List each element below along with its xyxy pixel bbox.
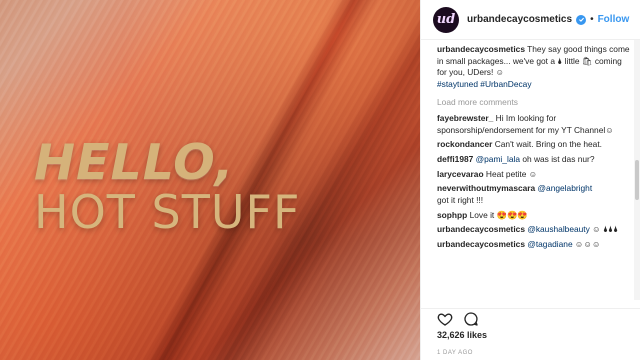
scrollbar-thumb[interactable] — [635, 160, 639, 200]
comment-username[interactable]: rockondancer — [437, 139, 492, 149]
comment-text: oh was ist das nur? — [520, 153, 595, 164]
comment-username[interactable]: urbandecaycosmetics — [437, 224, 525, 234]
comment-text: got it right !!! — [437, 195, 484, 206]
comment-item: urbandecaycosmetics @tagadiane ☺☺☺ — [437, 239, 632, 251]
post-header: ud urbandecaycosmetics • Follow — [421, 0, 640, 40]
comment-text: Can't wait. Bring on the heat. — [492, 139, 602, 150]
post-image[interactable]: HELLO, HOT STUFF — [0, 0, 420, 360]
comment-icon[interactable] — [463, 311, 479, 327]
header-username[interactable]: urbandecaycosmetics — [467, 14, 572, 25]
load-more-comments-link[interactable]: Load more comments — [437, 97, 632, 107]
comment-text: ☺☺☺ — [572, 239, 601, 250]
verified-badge-icon — [576, 14, 587, 25]
comment-username[interactable]: larycevarao — [437, 169, 484, 179]
action-bar — [421, 308, 640, 329]
comment-item: larycevarao Heat petite ☺ — [437, 169, 632, 181]
comments-list[interactable]: urbandecaycosmetics They say good things… — [421, 40, 640, 308]
comments-scrollbar[interactable] — [634, 40, 640, 300]
comment-username[interactable]: neverwithoutmymascara — [437, 183, 535, 193]
comment-item: fayebrewster_ Hi Im looking for sponsors… — [437, 113, 632, 136]
headline-hot-stuff: HOT STUFF — [34, 185, 301, 239]
caption-username[interactable]: urbandecaycosmetics — [437, 44, 525, 54]
comment-mention[interactable]: @pami_lala — [476, 154, 520, 164]
comment-item: rockondancer Can't wait. Bring on the he… — [437, 139, 632, 151]
comment-item: deffi1987 @pami_lala oh was ist das nur? — [437, 154, 632, 166]
comment-username[interactable]: deffi1987 — [437, 154, 473, 164]
caption: urbandecaycosmetics They say good things… — [437, 44, 632, 91]
comment-text: Heat petite ☺ — [483, 168, 538, 179]
comment-text: ☺ 🌢🌢🌢 — [589, 224, 619, 235]
comment-mention[interactable]: @kaushalbeauty — [527, 224, 590, 234]
post-side-panel: ud urbandecaycosmetics • Follow urbandec… — [420, 0, 640, 360]
instagram-post-view: HELLO, HOT STUFF ud urbandecaycosmetics … — [0, 0, 640, 360]
separator-dot: • — [590, 14, 594, 25]
comment-username[interactable]: fayebrewster_ — [437, 113, 493, 123]
comment-item: sophpp Love it 😍😍😍 — [437, 210, 632, 222]
comment-mention[interactable]: @tagadiane — [527, 239, 572, 249]
post-age: 1 DAY AGO — [437, 350, 473, 356]
image-headline: HELLO, HOT STUFF — [34, 138, 414, 237]
comment-username[interactable]: sophpp — [437, 210, 467, 220]
heart-icon[interactable] — [437, 311, 453, 327]
avatar[interactable]: ud — [433, 6, 459, 33]
comment-item: urbandecaycosmetics @kaushalbeauty ☺ 🌢🌢🌢 — [437, 224, 632, 236]
headline-hello: HELLO, — [34, 134, 235, 191]
likes-count[interactable]: 32,626 likes — [437, 330, 487, 340]
follow-button[interactable]: Follow — [598, 14, 630, 25]
caption-hashtags[interactable]: #staytuned #UrbanDecay — [437, 79, 532, 89]
comment-username[interactable]: urbandecaycosmetics — [437, 239, 525, 249]
comment-item: neverwithoutmymascara @angelabright got … — [437, 183, 632, 206]
comment-text: Love it 😍😍😍 — [467, 209, 528, 220]
comment-mention[interactable]: @angelabright — [538, 183, 593, 193]
